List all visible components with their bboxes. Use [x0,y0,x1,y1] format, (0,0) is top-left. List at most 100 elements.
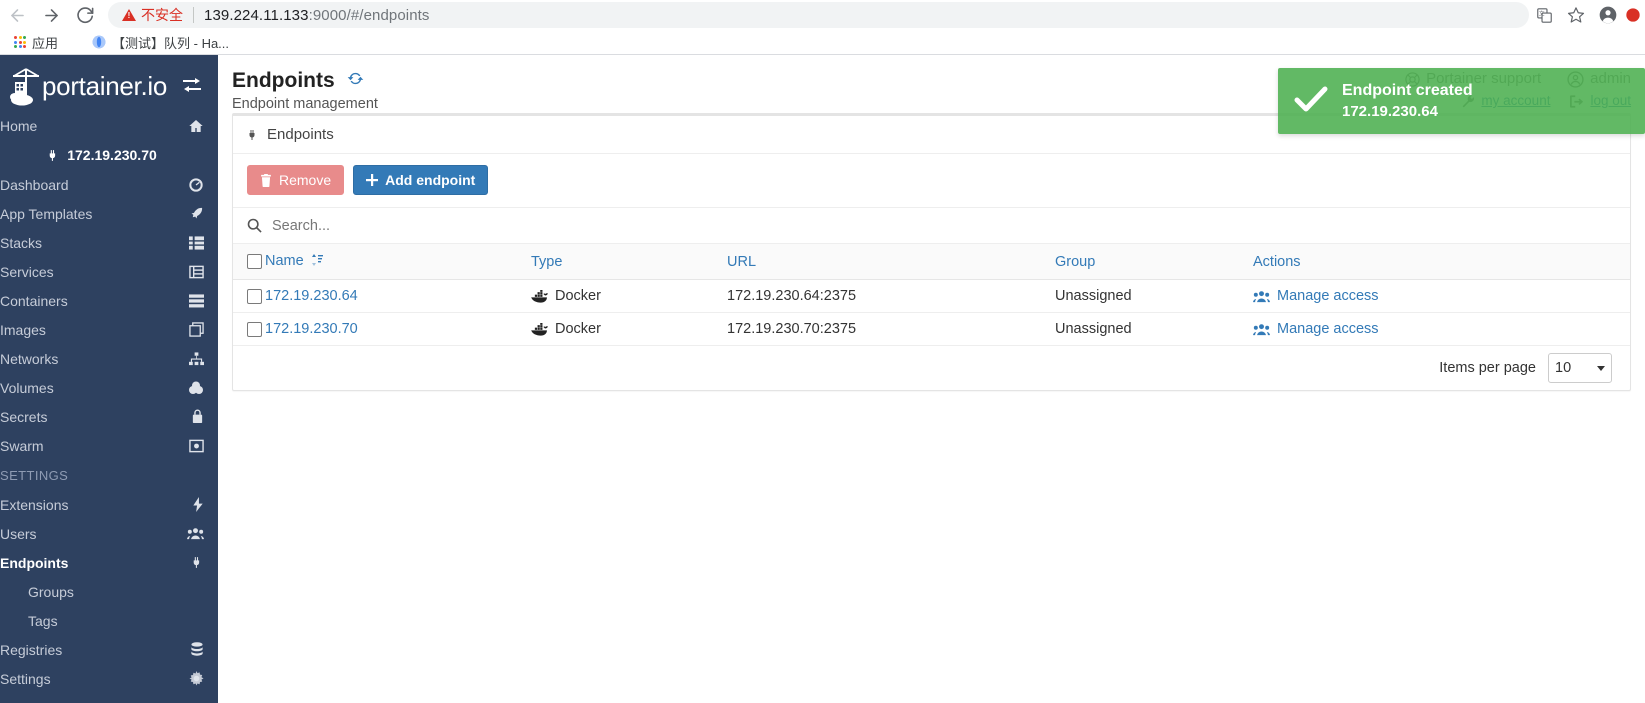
search-input[interactable] [272,217,1616,234]
row-select-cell[interactable] [233,279,265,313]
table-footer: Items per page 10 [233,346,1630,390]
sidebar-item-settings[interactable]: Settings [0,664,218,693]
column-header-group[interactable]: Group [1055,244,1253,280]
endpoint-type-label: Docker [555,321,601,337]
column-header-label: Type [531,253,563,270]
sidebar-item-label: Stacks [0,234,43,251]
refresh-icon[interactable] [347,70,364,92]
sidebar-item-label: Dashboard [0,176,69,193]
portainer-logo-icon [8,66,44,106]
add-endpoint-button[interactable]: Add endpoint [353,165,489,195]
column-header-name[interactable]: Name [265,244,531,280]
bolt-icon [192,497,204,512]
bookmark-queue[interactable]: 【测试】队列 - Ha... [84,31,237,54]
check-icon [1294,85,1328,118]
sidebar-item-swarm[interactable]: Swarm [0,431,218,460]
remove-button[interactable]: Remove [247,165,345,195]
table-row[interactable]: 172.19.230.64 Docker 172.19.230.64:2375 … [233,279,1630,313]
row-url-cell: 172.19.230.64:2375 [727,279,1055,313]
column-header-type[interactable]: Type [531,244,727,280]
translate-icon[interactable]: 文 [1529,1,1559,29]
home-icon [188,118,204,134]
dashboard-icon [188,177,204,193]
endpoint-name-link[interactable]: 172.19.230.64 [265,288,358,304]
address-bar[interactable]: 不安全 139.224.11.133:9000/#/endpoints [108,2,1529,28]
add-endpoint-button-label: Add endpoint [385,172,476,188]
row-actions-cell: Manage access [1253,312,1630,346]
docker-icon [531,289,548,303]
star-icon[interactable] [1561,1,1591,29]
row-checkbox[interactable] [247,321,262,337]
sidebar-item-networks[interactable]: Networks [0,344,218,373]
brand-name: portainer.io [42,70,168,101]
row-select-cell[interactable] [233,312,265,346]
table-header-row: Name Type URL Group Actions [233,244,1630,280]
table-row[interactable]: 172.19.230.70 Docker 172.19.230.70:2375 … [233,312,1630,346]
row-group-cell: Unassigned [1055,312,1253,346]
profile-avatar-icon[interactable] [1593,1,1623,29]
row-checkbox[interactable] [247,288,262,304]
manage-access-link[interactable]: Manage access [1253,288,1630,304]
items-per-page-select[interactable]: 10 [1548,353,1612,383]
bookmark-apps[interactable]: 应用 [6,31,66,54]
column-header-label: Actions [1253,253,1301,270]
sidebar-item-images[interactable]: Images [0,315,218,344]
stacks-icon [189,235,204,250]
sidebar-item-extensions[interactable]: Extensions [0,490,218,519]
sidebar: portainer.io Home 172.19.230.70 Dashboar… [0,55,218,703]
registries-icon [190,642,204,657]
chevron-down-icon [1597,365,1605,371]
insecure-warning[interactable]: 不安全 [122,5,183,25]
sidebar-item-groups[interactable]: Groups [0,577,218,606]
sidebar-item-label: Home [0,117,38,134]
portainer-app: portainer.io Home 172.19.230.70 Dashboar… [0,55,1645,703]
url-path: :9000/#/endpoints [308,6,430,24]
collapse-sidebar-icon[interactable] [180,76,204,96]
services-icon [189,265,204,279]
apps-grid-icon [14,36,26,48]
sidebar-item-endpoints[interactable]: Endpoints [0,548,218,577]
sidebar-item-stacks[interactable]: Stacks [0,228,218,257]
manage-access-link[interactable]: Manage access [1253,321,1630,337]
row-type-cell: Docker [531,312,727,346]
warning-triangle-icon [122,9,136,21]
sidebar-item-label: Groups [28,583,74,600]
endpoint-name-link[interactable]: 172.19.230.70 [265,321,358,337]
select-all-checkbox[interactable] [247,254,262,270]
reload-button[interactable] [68,0,102,30]
select-all-header[interactable] [233,244,265,280]
card-actions: Remove Add endpoint [233,154,1630,208]
row-name-cell: 172.19.230.70 [265,312,531,346]
sidebar-item-dashboard[interactable]: Dashboard [0,170,218,199]
page-title: Endpoints [232,69,335,92]
sidebar-item-label: Registries [0,641,63,658]
sidebar-item-users[interactable]: Users [0,519,218,548]
toast-notification[interactable]: Endpoint created 172.19.230.64 [1278,68,1645,134]
page-header: Endpoints Endpoint management Portainer [218,55,1645,134]
search-icon [247,218,262,233]
sidebar-item-registries[interactable]: Registries [0,635,218,664]
extension-red-icon[interactable] [1625,1,1641,29]
column-header-url[interactable]: URL [727,244,1055,280]
trash-icon [260,173,272,187]
sort-icon[interactable] [311,254,323,270]
browser-toolbar-icons: 文 [1529,1,1645,29]
sidebar-item-services[interactable]: Services [0,257,218,286]
sidebar-item-containers[interactable]: Containers [0,286,218,315]
secrets-icon [191,409,204,424]
docker-icon [531,322,548,336]
brand-header[interactable]: portainer.io [0,55,218,111]
forward-button[interactable] [34,0,68,30]
sidebar-item-app-templates[interactable]: App Templates [0,199,218,228]
rocket-icon [189,206,204,221]
sidebar-active-endpoint[interactable]: 172.19.230.70 [0,140,218,170]
sidebar-item-volumes[interactable]: Volumes [0,373,218,402]
sidebar-item-home[interactable]: Home [0,111,218,140]
sidebar-item-tags[interactable]: Tags [0,606,218,635]
sidebar-item-secrets[interactable]: Secrets [0,402,218,431]
row-type-cell: Docker [531,279,727,313]
sidebar-item-label: Endpoints [0,554,69,571]
back-button[interactable] [0,0,34,30]
column-header-actions: Actions [1253,244,1630,280]
remove-button-label: Remove [279,172,332,188]
